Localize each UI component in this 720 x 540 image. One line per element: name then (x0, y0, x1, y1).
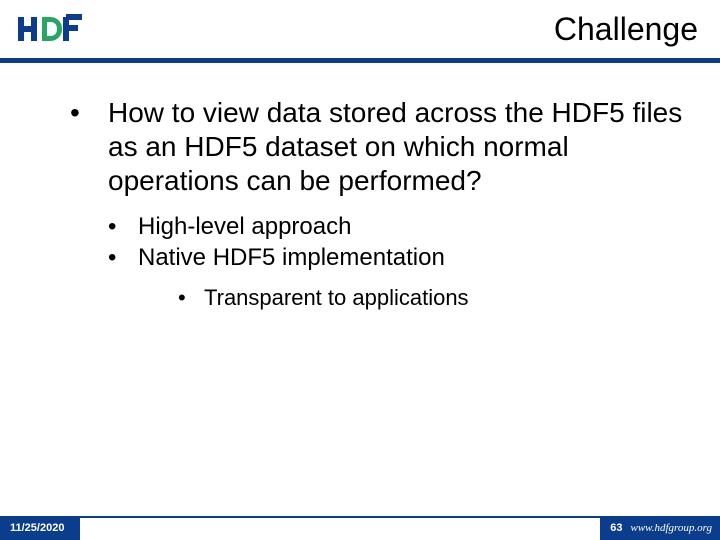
footer-right: 63 www.hdfgroup.org (600, 516, 720, 540)
slide-body: • How to view data stored across the HDF… (70, 96, 692, 313)
slide-header: Challenge (0, 0, 720, 58)
bullet-level2: • Native HDF5 implementation (108, 243, 692, 274)
footer-divider (80, 516, 600, 540)
bullet-text: Native HDF5 implementation (138, 243, 445, 274)
bullet-level2: • High-level approach (108, 212, 692, 243)
bullet-text: Transparent to applications (204, 284, 469, 313)
hdf-logo (18, 9, 90, 49)
bullet-text: How to view data stored across the HDF5 … (108, 96, 692, 198)
bullet-level3: • Transparent to applications (178, 284, 692, 313)
bullet-text: High-level approach (138, 212, 351, 243)
bullet-dot-icon: • (178, 284, 204, 313)
bullet-level1: • How to view data stored across the HDF… (70, 96, 692, 198)
bullet-dot-icon: • (108, 212, 138, 243)
bullet-dot-icon: • (108, 243, 138, 274)
bullet-dot-icon: • (70, 96, 108, 198)
page-number: 63 (610, 522, 622, 534)
footer-url: www.hdfgroup.org (631, 522, 713, 534)
footer-date: 11/25/2020 (0, 516, 80, 540)
slide-title: Challenge (554, 11, 698, 48)
header-divider (0, 58, 720, 63)
slide-footer: 11/25/2020 63 www.hdfgroup.org (0, 516, 720, 540)
